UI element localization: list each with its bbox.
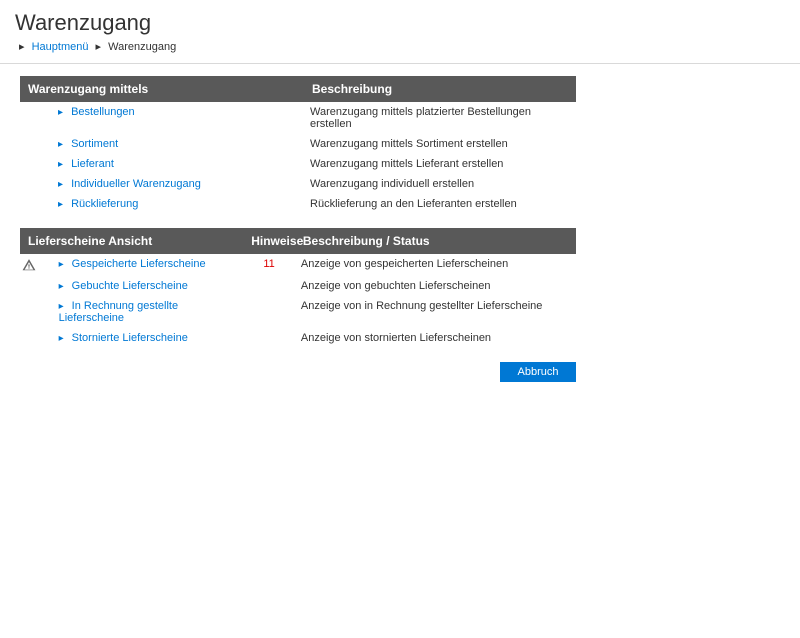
hinweise-count: 11 — [243, 254, 295, 276]
nav-link[interactable]: Sortiment — [71, 138, 118, 150]
nav-link[interactable]: Individueller Warenzugang — [71, 178, 201, 190]
link-cell: ▸ Lieferant — [38, 154, 304, 174]
divider — [0, 63, 800, 64]
link-cell: ▸ Gebuchte Lieferscheine — [39, 276, 244, 296]
row-icon-cell — [20, 174, 38, 194]
chevron-right-icon: ▸ — [58, 159, 68, 170]
description: Warenzugang individuell erstellen — [304, 174, 576, 194]
chevron-right-icon: ▸ — [59, 333, 69, 344]
chevron-right-icon: ▸ — [59, 259, 69, 270]
cancel-button[interactable]: Abbruch — [500, 362, 576, 382]
nav-link[interactable]: Gebuchte Lieferscheine — [72, 280, 188, 292]
chevron-right-icon: ▸ — [58, 199, 68, 210]
warning-icon — [22, 258, 36, 272]
table-row: ▸ BestellungenWarenzugang mittels platzi… — [20, 102, 576, 134]
link-cell: ▸ Sortiment — [38, 134, 304, 154]
row-icon-cell — [20, 296, 39, 328]
row-icon-cell — [20, 276, 39, 296]
link-cell: ▸ Bestellungen — [38, 102, 304, 134]
header-warenzugang-mittels: Warenzugang mittels — [20, 76, 304, 102]
page-title: Warenzugang — [15, 10, 800, 36]
chevron-right-icon: ▸ — [59, 281, 69, 292]
breadcrumb-home[interactable]: Hauptmenü — [32, 41, 89, 53]
link-cell: ▸ Rücklieferung — [38, 194, 304, 214]
lieferscheine-ansicht-table: Lieferscheine Ansicht Hinweise Beschreib… — [20, 228, 576, 348]
nav-link[interactable]: Rücklieferung — [71, 198, 138, 210]
link-cell: ▸ Individueller Warenzugang — [38, 174, 304, 194]
description: Anzeige von in Rechnung gestellter Liefe… — [295, 296, 576, 328]
nav-link[interactable]: Gespeicherte Lieferscheine — [72, 258, 206, 270]
table-row: ▸ Individueller WarenzugangWarenzugang i… — [20, 174, 576, 194]
description: Warenzugang mittels Sortiment erstellen — [304, 134, 576, 154]
header-lieferscheine-ansicht: Lieferscheine Ansicht — [20, 228, 243, 254]
row-icon-cell — [20, 154, 38, 174]
row-icon-cell — [20, 194, 38, 214]
row-icon-cell — [20, 254, 39, 276]
table-row: ▸ Stornierte Lieferscheine Anzeige von st… — [20, 328, 576, 348]
chevron-right-icon: ▸ — [19, 41, 25, 53]
table-row: ▸ In Rechnung gestellte Lieferscheine Anz… — [20, 296, 576, 328]
table-row: ▸ SortimentWarenzugang mittels Sortiment… — [20, 134, 576, 154]
hinweise-count — [243, 276, 295, 296]
description: Anzeige von stornierten Lieferscheinen — [295, 328, 576, 348]
link-cell: ▸ In Rechnung gestellte Lieferscheine — [39, 296, 244, 328]
table-row: ▸ Gebuchte Lieferscheine Anzeige von gebu… — [20, 276, 576, 296]
breadcrumb: ▸ Hauptmenü ▸ Warenzugang — [15, 40, 800, 53]
hinweise-count — [243, 296, 295, 328]
warenzugang-mittels-table: Warenzugang mittels Beschreibung ▸ Beste… — [20, 76, 576, 214]
chevron-right-icon: ▸ — [96, 41, 102, 53]
link-cell: ▸ Stornierte Lieferscheine — [39, 328, 244, 348]
breadcrumb-current: Warenzugang — [108, 41, 176, 53]
table-row: ▸ Gespeicherte Lieferscheine11Anzeige vo… — [20, 254, 576, 276]
link-cell: ▸ Gespeicherte Lieferscheine — [39, 254, 244, 276]
header-hinweise: Hinweise — [243, 228, 295, 254]
hinweise-count — [243, 328, 295, 348]
nav-link[interactable]: In Rechnung gestellte Lieferscheine — [59, 300, 178, 324]
nav-link[interactable]: Stornierte Lieferscheine — [72, 332, 188, 344]
chevron-right-icon: ▸ — [58, 107, 68, 118]
table-row: ▸ LieferantWarenzugang mittels Lieferant… — [20, 154, 576, 174]
chevron-right-icon: ▸ — [58, 179, 68, 190]
chevron-right-icon: ▸ — [58, 139, 68, 150]
description: Warenzugang mittels Lieferant erstellen — [304, 154, 576, 174]
nav-link[interactable]: Bestellungen — [71, 106, 135, 118]
row-icon-cell — [20, 328, 39, 348]
table-row: ▸ RücklieferungRücklieferung an den Lief… — [20, 194, 576, 214]
description: Warenzugang mittels platzierter Bestellu… — [304, 102, 576, 134]
nav-link[interactable]: Lieferant — [71, 158, 114, 170]
row-icon-cell — [20, 102, 38, 134]
description: Anzeige von gespeicherten Lieferscheinen — [295, 254, 576, 276]
header-beschreibung-status: Beschreibung / Status — [295, 228, 576, 254]
header-beschreibung: Beschreibung — [304, 76, 576, 102]
description: Anzeige von gebuchten Lieferscheinen — [295, 276, 576, 296]
chevron-right-icon: ▸ — [59, 301, 69, 312]
description: Rücklieferung an den Lieferanten erstell… — [304, 194, 576, 214]
row-icon-cell — [20, 134, 38, 154]
